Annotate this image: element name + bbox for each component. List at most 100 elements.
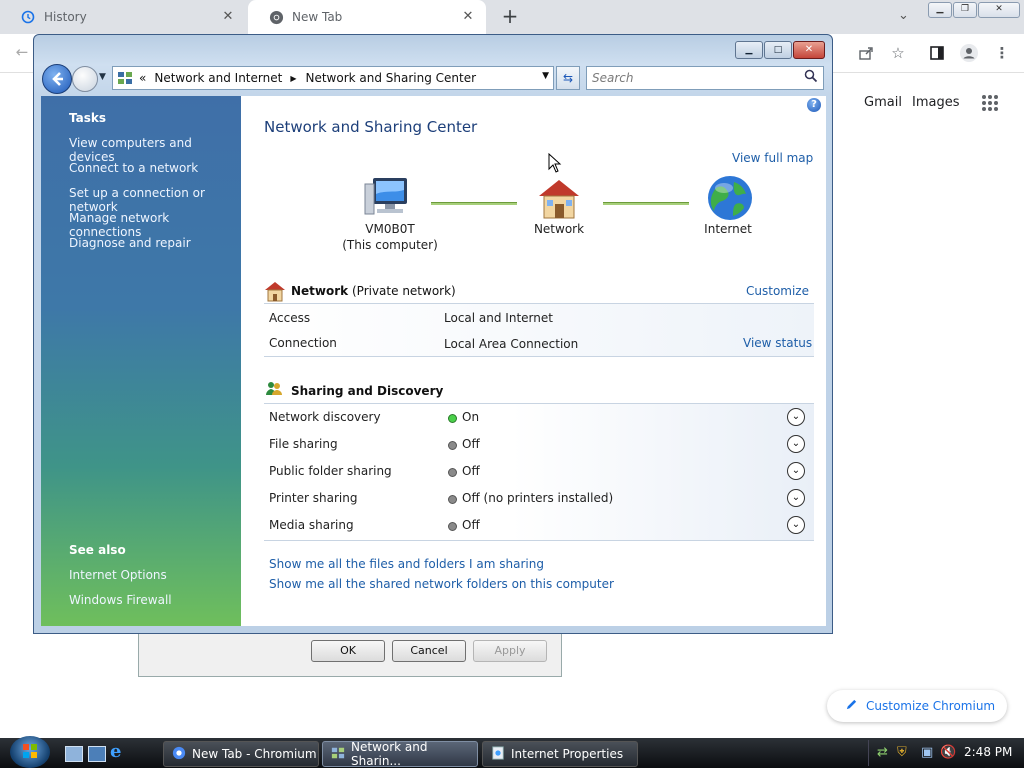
breadcrumb-current[interactable]: Network and Sharing Center bbox=[305, 71, 476, 85]
recent-pages-chevron-icon[interactable]: ▼ bbox=[99, 72, 106, 82]
taskbar-chromium[interactable]: New Tab - Chromium bbox=[163, 741, 319, 767]
row-label: File sharing bbox=[269, 437, 338, 451]
side-panel-icon[interactable] bbox=[925, 41, 949, 65]
share-icon[interactable] bbox=[854, 41, 878, 65]
view-full-map-link[interactable]: View full map bbox=[732, 151, 813, 165]
show-shared-files-link[interactable]: Show me all the files and folders I am s… bbox=[269, 557, 544, 571]
new-tab-button[interactable]: + bbox=[500, 6, 520, 26]
connection-line-icon bbox=[431, 202, 517, 205]
clock[interactable]: 2:48 PM bbox=[964, 745, 1012, 759]
tab-history[interactable]: History ✕ bbox=[0, 0, 246, 34]
computer-icon[interactable] bbox=[363, 176, 413, 220]
tray-network-icon[interactable]: ⇄ bbox=[877, 745, 888, 760]
window-maximize-button[interactable]: □ bbox=[764, 41, 792, 59]
computer-name-label: VM0B0T bbox=[365, 222, 415, 236]
task-setup-connection[interactable]: Set up a connection or network bbox=[69, 186, 241, 214]
apps-grid-icon[interactable] bbox=[980, 93, 1000, 113]
network-section-heading: Network (Private network) bbox=[291, 284, 456, 298]
connection-value: Local Area Connection bbox=[444, 337, 579, 351]
browser-restore-button[interactable]: ❐ bbox=[953, 2, 977, 18]
customize-chromium-button[interactable]: Customize Chromium bbox=[827, 690, 1007, 722]
task-label: New Tab - Chromium bbox=[192, 747, 317, 761]
network-label: Network bbox=[533, 222, 585, 236]
task-label: Network and Sharin... bbox=[351, 740, 428, 768]
address-dropdown-icon[interactable]: ▼ bbox=[542, 71, 549, 81]
see-also-heading: See also bbox=[69, 543, 126, 557]
browser-tabstrip: History ✕ New Tab ✕ + ⌄ ▁ ❐ ✕ bbox=[0, 0, 1024, 34]
gmail-link[interactable]: Gmail bbox=[864, 95, 902, 110]
control-panel-icon bbox=[331, 746, 345, 763]
back-arrow-icon[interactable]: ← bbox=[10, 40, 34, 64]
volume-muted-icon[interactable]: 🔇 bbox=[940, 745, 956, 760]
network-type: (Private network) bbox=[351, 284, 456, 298]
link-internet-options[interactable]: Internet Options bbox=[69, 568, 167, 582]
system-tray: ⇄ ⛨ bbox=[868, 740, 921, 766]
taskbar-network-sharing[interactable]: Network and Sharin... bbox=[322, 740, 478, 768]
browser-minimize-button[interactable]: ▁ bbox=[928, 2, 952, 18]
windows-logo-icon bbox=[23, 744, 37, 758]
switch-windows-icon[interactable] bbox=[88, 746, 106, 762]
row-value: Off (no printers installed) bbox=[462, 491, 614, 505]
window-close-button[interactable]: ✕ bbox=[793, 41, 825, 59]
tray-security-icon[interactable]: ⛨ bbox=[897, 745, 907, 760]
connection-line-icon bbox=[603, 202, 689, 205]
images-link[interactable]: Images bbox=[912, 95, 960, 110]
refresh-icon[interactable]: ⇆ bbox=[556, 66, 580, 90]
start-button[interactable] bbox=[10, 736, 50, 768]
chromium-icon bbox=[172, 746, 186, 763]
task-diagnose-repair[interactable]: Diagnose and repair bbox=[69, 236, 191, 250]
tab-new-tab[interactable]: New Tab ✕ bbox=[248, 0, 486, 34]
task-sidebar: Tasks View computers and devices Connect… bbox=[41, 96, 241, 626]
access-value: Local and Internet bbox=[444, 311, 553, 325]
breadcrumb-network-internet[interactable]: Network and Internet bbox=[154, 71, 282, 85]
link-windows-firewall[interactable]: Windows Firewall bbox=[69, 593, 172, 607]
status-off-icon bbox=[448, 441, 457, 450]
back-button[interactable] bbox=[42, 64, 72, 94]
search-input[interactable]: Search bbox=[586, 66, 824, 90]
browser-menu-icon[interactable]: ⋮ bbox=[990, 41, 1014, 65]
taskbar-internet-properties[interactable]: Internet Properties bbox=[482, 741, 638, 767]
address-bar[interactable]: « Network and Internet ▶ Network and Sha… bbox=[112, 66, 554, 90]
sharing-row-file-sharing: File sharing Off ⌄ bbox=[268, 431, 812, 457]
status-off-icon bbox=[448, 468, 457, 477]
profile-avatar-icon[interactable] bbox=[957, 41, 981, 65]
internet-globe-icon[interactable] bbox=[706, 174, 754, 222]
tray-monitor-icon[interactable]: ▣ bbox=[921, 745, 933, 760]
close-icon[interactable]: ✕ bbox=[460, 9, 476, 25]
window-minimize-button[interactable]: ▁ bbox=[735, 41, 763, 59]
network-house-icon[interactable] bbox=[535, 176, 583, 220]
sharing-row-network-discovery: Network discovery On ⌄ bbox=[268, 404, 812, 430]
task-view-computers[interactable]: View computers and devices bbox=[69, 136, 241, 164]
show-shared-folders-link[interactable]: Show me all the shared network folders o… bbox=[269, 577, 614, 591]
bookmark-star-icon[interactable]: ☆ bbox=[886, 41, 910, 65]
task-manage-connections[interactable]: Manage network connections bbox=[69, 211, 241, 239]
customize-link[interactable]: Customize bbox=[746, 284, 809, 298]
apply-button[interactable]: Apply bbox=[473, 640, 547, 662]
internet-explorer-icon[interactable]: e bbox=[110, 743, 128, 761]
browser-close-button[interactable]: ✕ bbox=[978, 2, 1020, 18]
tab-search-chevron-icon[interactable]: ⌄ bbox=[898, 8, 909, 23]
internet-properties-icon bbox=[491, 745, 505, 763]
row-label: Network discovery bbox=[269, 410, 381, 424]
expand-chevron-icon[interactable]: ⌄ bbox=[787, 516, 805, 534]
expand-chevron-icon[interactable]: ⌄ bbox=[787, 489, 805, 507]
private-network-house-icon bbox=[263, 280, 287, 302]
help-icon[interactable]: ? bbox=[807, 98, 821, 112]
expand-chevron-icon[interactable]: ⌄ bbox=[787, 408, 805, 426]
mouse-cursor-icon bbox=[548, 152, 562, 173]
breadcrumb-overflow[interactable]: « bbox=[139, 71, 146, 85]
breadcrumb-separator-icon[interactable]: ▶ bbox=[290, 74, 296, 83]
cancel-button[interactable]: Cancel bbox=[392, 640, 466, 662]
status-on-icon bbox=[448, 414, 457, 423]
ok-button[interactable]: OK bbox=[311, 640, 385, 662]
task-connect-network[interactable]: Connect to a network bbox=[69, 161, 198, 175]
forward-button[interactable] bbox=[72, 66, 98, 92]
tab-label: New Tab bbox=[292, 10, 343, 24]
search-icon[interactable] bbox=[804, 69, 818, 86]
show-desktop-icon[interactable] bbox=[65, 746, 83, 762]
view-status-link[interactable]: View status bbox=[743, 336, 812, 350]
close-icon[interactable]: ✕ bbox=[220, 9, 236, 25]
customize-label: Customize Chromium bbox=[866, 699, 996, 713]
expand-chevron-icon[interactable]: ⌄ bbox=[787, 435, 805, 453]
expand-chevron-icon[interactable]: ⌄ bbox=[787, 462, 805, 480]
